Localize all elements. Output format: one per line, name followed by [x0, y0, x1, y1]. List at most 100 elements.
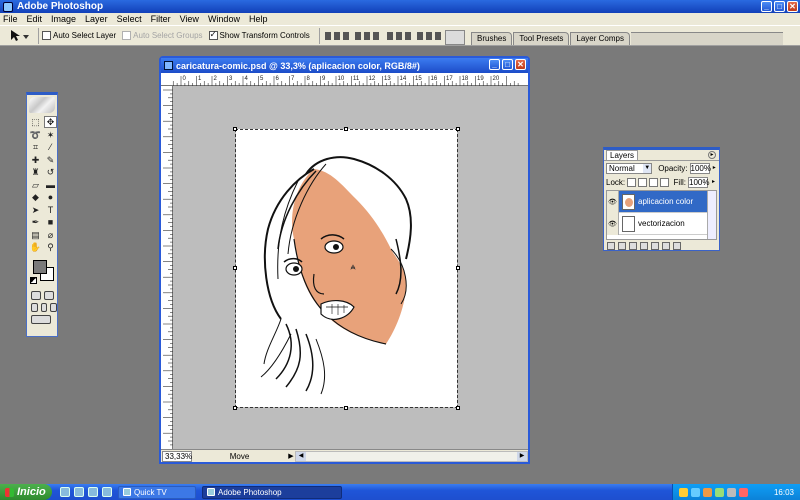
trash-icon[interactable]	[673, 242, 681, 250]
eye-icon[interactable]: 👁	[607, 212, 619, 235]
horizontal-scrollbar[interactable]: ◀ ▶	[295, 450, 528, 462]
zoom-level-field[interactable]: 33,33%	[162, 450, 192, 462]
transform-handle-bm[interactable]	[344, 406, 348, 410]
photoshop-feather-logo[interactable]	[29, 97, 55, 113]
volume-icon[interactable]	[727, 487, 736, 497]
minimize-button[interactable]: _	[761, 1, 772, 12]
menu-select[interactable]: Select	[117, 14, 142, 24]
clone-stamp-tool-icon[interactable]: ♜	[29, 166, 42, 178]
new-layer-icon[interactable]	[662, 242, 670, 250]
notes-tool-icon[interactable]: ▤	[29, 229, 42, 241]
vertical-ruler[interactable]	[161, 86, 173, 449]
transform-handle-mr[interactable]	[456, 266, 460, 270]
auto-select-layer-checkbox[interactable]: Auto Select Layer	[42, 31, 116, 40]
link-layers-icon[interactable]	[607, 242, 615, 250]
close-button[interactable]: ✕	[787, 1, 798, 12]
lock-pixels-icon[interactable]	[638, 177, 648, 187]
history-brush-tool-icon[interactable]: ↺	[44, 166, 57, 178]
eyedropper-tool-icon[interactable]: ⌀	[44, 229, 57, 241]
tab-layer-comps[interactable]: Layer Comps	[570, 32, 630, 45]
security-icon[interactable]	[679, 487, 688, 497]
eraser-tool-icon[interactable]: ▱	[29, 179, 42, 191]
lock-transparency-icon[interactable]	[627, 177, 637, 187]
brush-tool-icon[interactable]: ✎	[44, 154, 57, 166]
standard-mode-icon[interactable]	[31, 290, 41, 300]
show-transform-controls-checkbox[interactable]: Show Transform Controls	[208, 29, 310, 40]
start-button[interactable]: Inicio	[0, 484, 52, 500]
foreground-color-swatch[interactable]	[33, 259, 47, 274]
task-adobe-photoshop[interactable]: Adobe Photoshop	[202, 485, 342, 499]
menu-layer[interactable]: Layer	[85, 14, 108, 24]
transform-bounding-box[interactable]	[233, 127, 460, 410]
crop-tool-icon[interactable]: ⌗	[29, 141, 42, 153]
layers-scrollbar[interactable]	[707, 191, 716, 239]
path-selection-tool-icon[interactable]: ➤	[29, 204, 42, 216]
auto-select-groups-checkbox[interactable]: Auto Select Groups	[122, 31, 203, 40]
antivirus-icon[interactable]	[703, 487, 712, 497]
default-colors-icon[interactable]	[30, 276, 37, 284]
layer-row-aplicacion-color[interactable]: 👁 aplicacion color	[607, 191, 716, 213]
internet-explorer-icon[interactable]	[60, 487, 70, 497]
menu-help[interactable]: Help	[249, 14, 268, 24]
opacity-field[interactable]: 100%	[689, 162, 711, 174]
magic-wand-tool-icon[interactable]: ✶	[44, 129, 57, 141]
task-quick-tv[interactable]: Quick TV	[118, 485, 196, 499]
transform-handle-bl[interactable]	[233, 406, 237, 410]
full-screen-mode-icon[interactable]	[50, 302, 58, 312]
full-screen-menu-mode-icon[interactable]	[40, 302, 48, 312]
jump-to-imageready-icon[interactable]	[31, 314, 51, 324]
healing-brush-tool-icon[interactable]: ✚	[29, 154, 42, 166]
transform-handle-tl[interactable]	[233, 127, 237, 131]
zoom-tool-icon[interactable]: ⚲	[44, 241, 57, 253]
opacity-slider-arrow-icon[interactable]: ▸	[712, 164, 717, 173]
transform-handle-tr[interactable]	[456, 127, 460, 131]
lock-all-icon[interactable]	[660, 177, 670, 187]
tool-preset-picker[interactable]	[3, 27, 35, 44]
menu-window[interactable]: Window	[208, 14, 240, 24]
lasso-tool-icon[interactable]: ➰	[29, 129, 42, 141]
scroll-left-icon[interactable]: ◀	[296, 451, 306, 461]
document-close-button[interactable]: ✕	[515, 59, 526, 70]
layer-row-vectorizacion[interactable]: 👁 vectorizacion	[607, 212, 716, 235]
new-group-icon[interactable]	[651, 242, 659, 250]
show-desktop-icon[interactable]	[102, 487, 112, 497]
document-maximize-button[interactable]: □	[502, 59, 513, 70]
layer-style-icon[interactable]	[618, 242, 626, 250]
eye-icon[interactable]: 👁	[607, 191, 619, 213]
blend-mode-select[interactable]: Normal ▼	[606, 162, 653, 174]
canvas-area[interactable]	[173, 86, 528, 449]
transform-handle-tm[interactable]	[344, 127, 348, 131]
tab-brushes[interactable]: Brushes	[471, 32, 513, 45]
fill-field[interactable]: 100%	[688, 176, 709, 188]
status-menu-arrow-icon[interactable]: ▶	[287, 451, 295, 462]
menu-filter[interactable]: Filter	[151, 14, 171, 24]
media-player-icon[interactable]	[74, 487, 84, 497]
type-tool-icon[interactable]: T	[44, 204, 57, 216]
palette-menu-icon[interactable]: ▸	[708, 151, 716, 159]
pen-tool-icon[interactable]: ✒	[29, 216, 42, 228]
horizontal-ruler[interactable]: 0 1 2 3 4 5 6 7 8 9 10 11 12 13 14 15 16 17 18 19 20	[161, 73, 528, 86]
layer-mask-icon[interactable]	[629, 242, 637, 250]
tab-layers[interactable]: Layers	[606, 150, 639, 160]
blur-tool-icon[interactable]: ◆	[29, 191, 42, 203]
menu-image[interactable]: Image	[51, 14, 76, 24]
network-icon[interactable]	[691, 487, 700, 497]
menu-edit[interactable]: Edit	[27, 14, 43, 24]
standard-screen-mode-icon[interactable]	[31, 302, 38, 312]
tab-tool-presets[interactable]: Tool Presets	[513, 32, 570, 45]
maximize-button[interactable]: □	[774, 1, 785, 12]
marquee-tool-icon[interactable]: ⬚	[29, 116, 42, 128]
quick-mask-mode-icon[interactable]	[44, 290, 54, 300]
scroll-right-icon[interactable]: ▶	[517, 451, 527, 461]
fill-slider-arrow-icon[interactable]: ▸	[710, 178, 717, 187]
shape-tool-icon[interactable]: ■	[44, 216, 57, 228]
adjustment-layer-icon[interactable]	[640, 242, 648, 250]
slice-tool-icon[interactable]: ⁄	[44, 141, 57, 153]
messenger-icon[interactable]	[88, 487, 98, 497]
tray-app-icon[interactable]	[739, 487, 748, 497]
palette-well-grip[interactable]	[445, 30, 465, 45]
messenger-tray-icon[interactable]	[715, 487, 724, 497]
transform-handle-ml[interactable]	[233, 266, 237, 270]
document-minimize-button[interactable]: _	[489, 59, 500, 70]
dodge-tool-icon[interactable]: ●	[44, 191, 57, 203]
